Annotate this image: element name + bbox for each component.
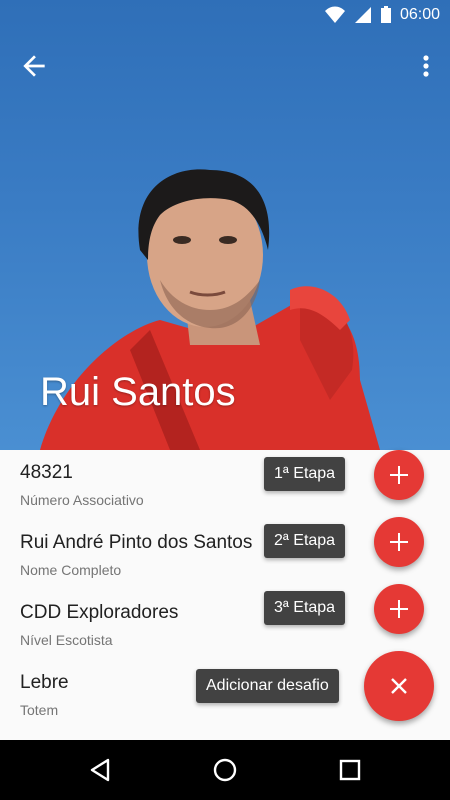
- stage-1-label[interactable]: 1ª Etapa: [264, 457, 346, 491]
- add-challenge-label[interactable]: Adicionar desafio: [196, 669, 339, 703]
- detail-value: CDD Exploradores: [20, 602, 179, 623]
- detail-value: 48321: [20, 462, 73, 483]
- status-time: 06:00: [399, 6, 440, 23]
- plus-icon: [390, 533, 408, 551]
- detail-label: Nível Escotista: [20, 632, 113, 648]
- details-list: 48321 Número Associativo Rui André Pinto…: [0, 450, 450, 740]
- wifi-icon: [324, 6, 345, 23]
- stage-3-label[interactable]: 3ª Etapa: [264, 591, 346, 625]
- stage-2-label[interactable]: 2ª Etapa: [264, 524, 346, 558]
- back-triangle-icon[interactable]: [86, 756, 114, 784]
- more-vert-icon[interactable]: [416, 50, 436, 82]
- detail-row-fullname: Rui André Pinto dos Santos Nome Completo: [20, 532, 280, 578]
- detail-row-number: 48321 Número Associativo: [20, 462, 280, 508]
- add-stage-3-button[interactable]: [374, 584, 424, 634]
- profile-header: 06:00 Rui Santos: [0, 0, 450, 450]
- system-nav-bar: [0, 740, 450, 800]
- recents-square-icon[interactable]: [336, 756, 364, 784]
- app-bar: [0, 32, 450, 96]
- home-circle-icon[interactable]: [211, 756, 239, 784]
- add-stage-2-button[interactable]: [374, 517, 424, 567]
- detail-label: Nome Completo: [20, 562, 122, 578]
- add-stage-1-button[interactable]: [374, 450, 424, 500]
- main-fab-close-button[interactable]: [364, 651, 434, 721]
- signal-icon: [354, 7, 371, 23]
- detail-row-level: CDD Exploradores Nível Escotista: [20, 602, 280, 648]
- plus-icon: [390, 466, 408, 484]
- profile-name: Rui Santos: [40, 370, 236, 414]
- plus-icon: [390, 600, 408, 618]
- status-bar: 06:00: [0, 0, 450, 32]
- detail-label: Número Associativo: [20, 492, 144, 508]
- detail-value: Rui André Pinto dos Santos: [20, 532, 253, 553]
- close-icon: [391, 678, 407, 694]
- detail-label: Totem: [20, 702, 59, 718]
- arrow-back-icon[interactable]: [18, 50, 50, 82]
- battery-icon: [380, 6, 391, 23]
